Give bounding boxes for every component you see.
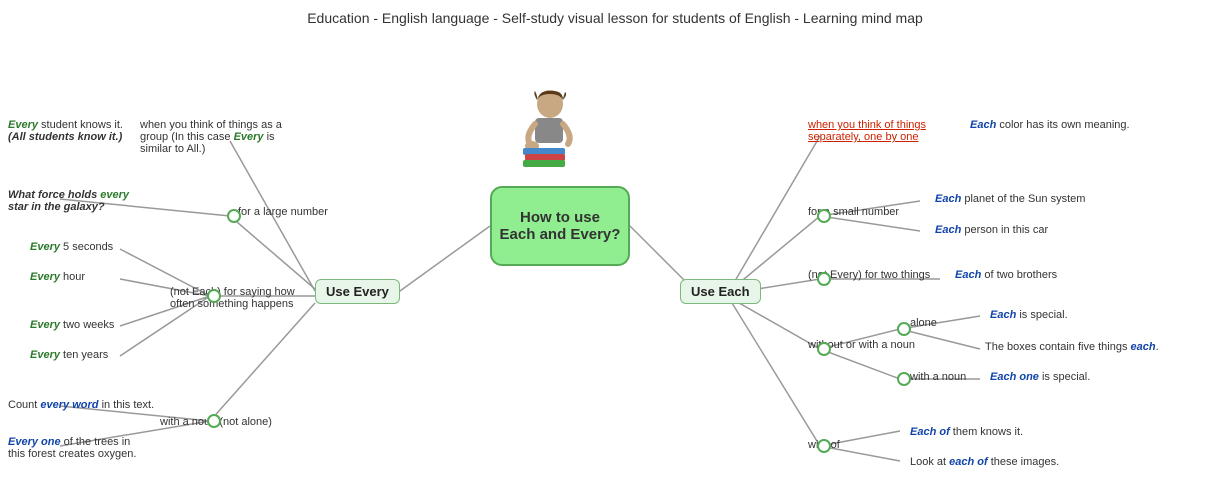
dot-noun[interactable] [207, 414, 221, 428]
center-node: How to use Each and Every? [490, 186, 630, 266]
page-title: Education - English language - Self-stud… [0, 0, 1230, 31]
dot-with-of[interactable] [817, 439, 831, 453]
label-each-color: Each color has its own meaning. [970, 119, 1130, 131]
label-every-star: What force holds everystar in the galaxy… [8, 189, 129, 213]
label-every-5-seconds: Every 5 seconds [30, 241, 113, 253]
label-large-number: for a large number [238, 206, 328, 218]
label-boxes-each: The boxes contain five things each. [985, 341, 1159, 353]
label-how-often: (not Each) for saying how often somethin… [170, 286, 300, 310]
dot-without-with[interactable] [817, 342, 831, 356]
label-each-two-brothers: Each of two brothers [955, 269, 1057, 281]
label-every-one-trees: Every one of the trees in this forest cr… [8, 436, 148, 460]
label-each-person: Each person in this car [935, 224, 1048, 236]
person-image [505, 86, 585, 176]
label-each-one-special: Each one is special. [990, 371, 1090, 383]
center-line2: Each and Every? [500, 226, 621, 243]
dot-small-number[interactable] [817, 209, 831, 223]
label-each-is-special: Each is special. [990, 309, 1068, 321]
dot-with-noun[interactable] [897, 372, 911, 386]
mind-map: How to use Each and Every? Use Every Use… [0, 31, 1230, 491]
center-line1: How to use [520, 209, 600, 226]
label-with-a-noun: with a noun [910, 371, 966, 383]
label-each-planet: Each planet of the Sun system [935, 193, 1085, 205]
dot-large-number[interactable] [227, 209, 241, 223]
label-alone: alone [910, 317, 937, 329]
label-count-every-word: Count every word in this text. [8, 399, 154, 411]
label-every-student: Every student knows it. (All students kn… [8, 119, 123, 143]
dot-alone[interactable] [897, 322, 911, 336]
label-every-two-weeks: Every two weeks [30, 319, 114, 331]
label-each-of-them: Each of them knows it. [910, 426, 1023, 438]
label-group-desc: when you think of things as a group (In … [140, 119, 300, 155]
label-every-ten-years: Every ten years [30, 349, 108, 361]
label-every-hour: Every hour [30, 271, 85, 283]
label-separately-desc: when you think of things separately, one… [808, 119, 963, 143]
dot-how-often[interactable] [207, 289, 221, 303]
use-every-node: Use Every [315, 279, 400, 304]
label-look-at-each: Look at each of these images. [910, 456, 1059, 468]
use-each-node: Use Each [680, 279, 761, 304]
dot-two-things[interactable] [817, 272, 831, 286]
